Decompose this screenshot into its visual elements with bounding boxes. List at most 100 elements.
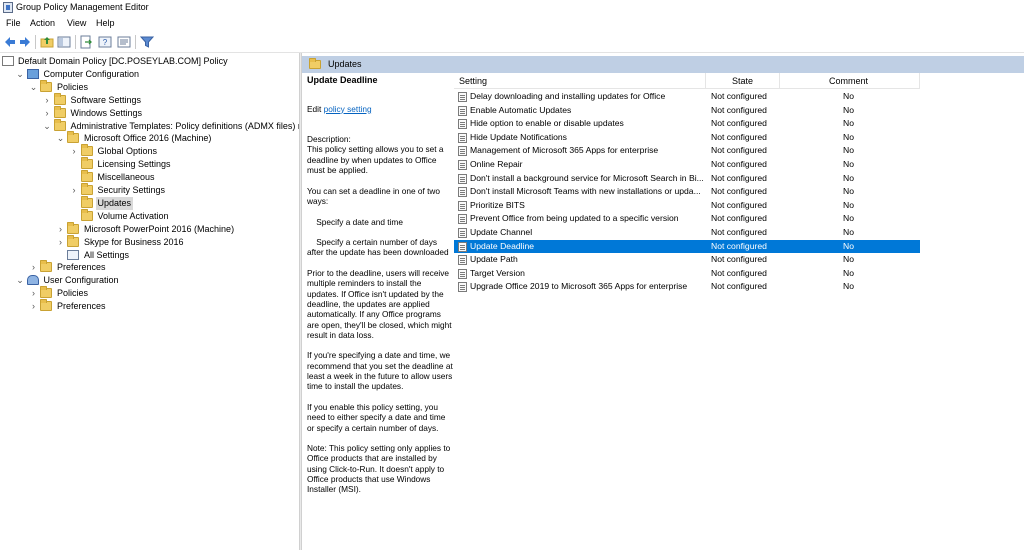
tree-node-label: Updates [95, 196, 134, 210]
help-icon[interactable]: ? [98, 35, 112, 49]
column-divider[interactable] [919, 73, 920, 89]
collapsed-chevron-icon[interactable]: › [56, 224, 65, 235]
settings-row[interactable]: Update Deadline Not configured No [454, 239, 920, 254]
breadcrumb-label: Updates [328, 59, 362, 69]
column-divider[interactable] [705, 73, 706, 89]
collapsed-chevron-icon[interactable]: › [29, 301, 38, 312]
collapsed-chevron-icon[interactable]: › [43, 95, 52, 106]
policy-setting-icon [458, 146, 467, 157]
settings-row[interactable]: Enable Automatic Updates Not configured No [454, 104, 920, 118]
policy-setting-icon [458, 241, 467, 252]
list-header: Setting State Comment [454, 73, 920, 89]
folder-icon [53, 105, 66, 118]
settings-row[interactable]: Hide option to enable or disable updates… [454, 117, 920, 131]
setting-comment: No [843, 118, 854, 129]
forward-arrow-icon[interactable] [18, 35, 32, 49]
tree-node-label: Microsoft Office 2016 (Machine) [84, 133, 212, 144]
folder-icon [80, 195, 93, 208]
back-arrow-icon[interactable] [3, 35, 17, 49]
collapsed-chevron-icon[interactable]: › [29, 262, 38, 273]
settings-row[interactable]: Update Channel Not configured No [454, 226, 920, 240]
expanded-chevron-icon[interactable]: ⌄ [29, 82, 38, 93]
setting-state: Not configured [711, 104, 767, 115]
settings-row[interactable]: Prioritize BITS Not configured No [454, 199, 920, 213]
tree-node-label: Windows Settings [70, 107, 143, 118]
setting-comment: No [843, 240, 854, 251]
setting-name: Update Deadline [470, 240, 535, 251]
column-divider[interactable] [779, 73, 780, 89]
column-comment[interactable]: Comment [829, 76, 868, 86]
setting-name: Target Version [470, 267, 525, 278]
tree-node-label: Microsoft PowerPoint 2016 (Machine) [84, 223, 235, 234]
settings-row[interactable]: Delay downloading and installing updates… [454, 90, 920, 104]
settings-row[interactable]: Don't install a background service for M… [454, 172, 920, 186]
settings-row[interactable]: Management of Microsoft 365 Apps for ent… [454, 144, 920, 158]
setting-comment: No [843, 131, 854, 142]
setting-state: Not configured [711, 281, 767, 292]
menu-help[interactable]: Help [96, 18, 115, 28]
setting-state: Not configured [711, 145, 767, 156]
folder-icon [67, 221, 79, 234]
folder-icon [80, 208, 93, 221]
collapsed-chevron-icon[interactable]: › [29, 288, 38, 299]
toolbar-separator [135, 35, 136, 49]
show-hide-tree-icon[interactable] [57, 35, 71, 49]
collapsed-chevron-icon[interactable]: › [43, 108, 52, 119]
expanded-chevron-icon[interactable]: ⌄ [16, 69, 25, 80]
expanded-chevron-icon[interactable]: ⌄ [43, 121, 52, 132]
setting-name: Update Channel [470, 227, 533, 237]
settings-row[interactable]: Hide Update Notifications Not configured N… [454, 131, 920, 145]
setting-comment: No [843, 159, 854, 169]
setting-name: Prioritize BITS [470, 199, 525, 210]
folder-icon [53, 118, 66, 131]
settings-row[interactable]: Don't install Microsoft Teams with new i… [454, 185, 920, 199]
policy-setting-icon [458, 255, 467, 266]
settings-row[interactable]: Target Version Not configured No [454, 267, 920, 281]
collapsed-chevron-icon[interactable]: › [70, 185, 79, 196]
setting-comment: No [843, 213, 854, 224]
console-tree[interactable]: Default Domain Policy [DC.POSEYLAB.COM] … [0, 53, 323, 550]
breadcrumb: Updates [302, 56, 1024, 73]
setting-state: Not configured [711, 118, 767, 129]
export-list-icon[interactable] [79, 35, 93, 49]
folder-icon [40, 286, 52, 299]
policy-setting-icon [458, 105, 467, 116]
folder-icon [40, 79, 52, 92]
policy-setting-icon [458, 282, 467, 293]
filter-icon[interactable] [140, 35, 154, 49]
settings-row[interactable]: Online Repair Not configured No [454, 158, 920, 172]
collapsed-chevron-icon[interactable]: › [56, 237, 65, 248]
settings-row[interactable]: Update Path Not configured No [454, 253, 920, 267]
setting-state: Not configured [711, 91, 767, 101]
setting-comment: No [843, 281, 854, 292]
folder-icon [67, 131, 79, 144]
setting-comment: No [843, 104, 854, 115]
policy-setting-icon [458, 214, 467, 225]
menu-file[interactable]: File [6, 18, 21, 28]
setting-name: Delay downloading and installing updates… [470, 91, 666, 101]
all-settings-icon [67, 249, 79, 260]
menu-action[interactable]: Action [30, 18, 55, 28]
settings-row[interactable]: Upgrade Office 2019 to Microsoft 365 App… [454, 280, 920, 294]
settings-row[interactable]: Prevent Office from being updated to a s… [454, 212, 920, 226]
setting-state: Not configured [711, 254, 767, 265]
menu-view[interactable]: View [67, 18, 86, 28]
expanded-chevron-icon[interactable]: ⌄ [56, 133, 65, 144]
tree-node-label: Policies [57, 81, 89, 92]
edit-policy-setting-link[interactable]: policy setting [324, 104, 372, 114]
column-setting[interactable]: Setting [459, 76, 487, 86]
up-folder-icon[interactable] [40, 35, 54, 49]
setting-state: Not configured [711, 172, 767, 183]
setting-state: Not configured [711, 213, 767, 224]
column-state[interactable]: State [732, 76, 753, 86]
policy-setting-icon [458, 119, 467, 130]
tree-node-label: Software Settings [70, 94, 142, 105]
no-toggle [70, 198, 79, 209]
properties-icon[interactable] [117, 35, 131, 49]
tree-node-label: Computer Configuration [43, 68, 140, 79]
collapsed-chevron-icon[interactable]: › [70, 146, 79, 157]
setting-comment: No [843, 91, 854, 101]
expanded-chevron-icon[interactable]: ⌄ [16, 275, 25, 286]
setting-name: Management of Microsoft 365 Apps for ent… [470, 145, 659, 156]
tree-node-label: Administrative Templates: Policy definit… [70, 120, 323, 131]
